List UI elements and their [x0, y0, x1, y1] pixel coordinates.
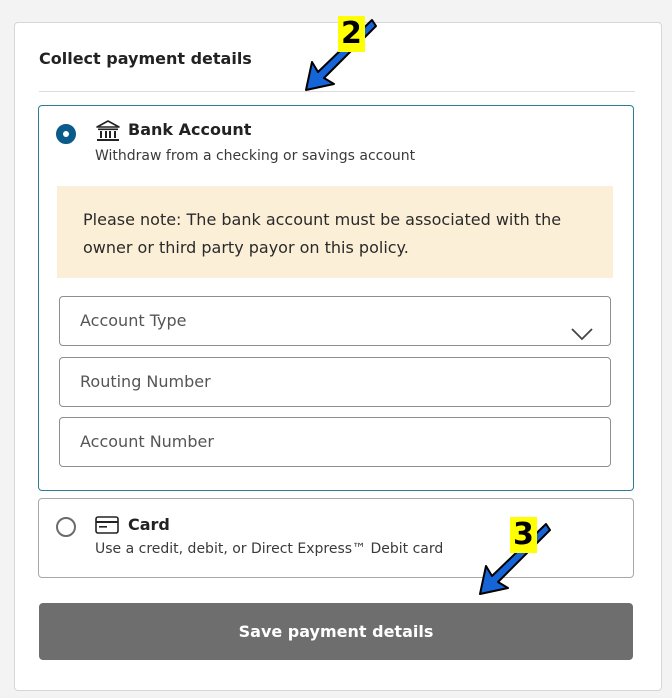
- bank-account-radio[interactable]: [56, 124, 76, 144]
- routing-number-input[interactable]: Routing Number: [59, 357, 611, 407]
- account-number-input[interactable]: Account Number: [59, 417, 611, 467]
- account-number-placeholder: Account Number: [80, 432, 214, 451]
- save-payment-details-button[interactable]: Save payment details: [39, 603, 633, 660]
- payment-details-panel: Collect payment details Bank Account Wit…: [14, 22, 662, 691]
- bank-account-subtitle: Withdraw from a checking or savings acco…: [95, 148, 416, 164]
- bank-account-option[interactable]: Bank Account Withdraw from a checking or…: [38, 105, 634, 491]
- annotation-step-3: 3: [510, 517, 537, 553]
- routing-number-placeholder: Routing Number: [80, 372, 211, 391]
- policy-note: Please note: The bank account must be as…: [57, 186, 613, 278]
- card-radio[interactable]: [56, 517, 76, 537]
- bank-icon: [95, 120, 121, 146]
- card-title: Card: [128, 515, 170, 534]
- card-subtitle: Use a credit, debit, or Direct Express™ …: [95, 541, 444, 557]
- account-type-select[interactable]: Account Type: [59, 296, 611, 346]
- card-icon: [95, 516, 119, 538]
- panel-title: Collect payment details: [39, 49, 252, 68]
- account-type-placeholder: Account Type: [80, 311, 187, 330]
- annotation-step-2: 2: [338, 16, 365, 52]
- chevron-down-icon: [570, 313, 594, 361]
- bank-account-title: Bank Account: [128, 120, 252, 139]
